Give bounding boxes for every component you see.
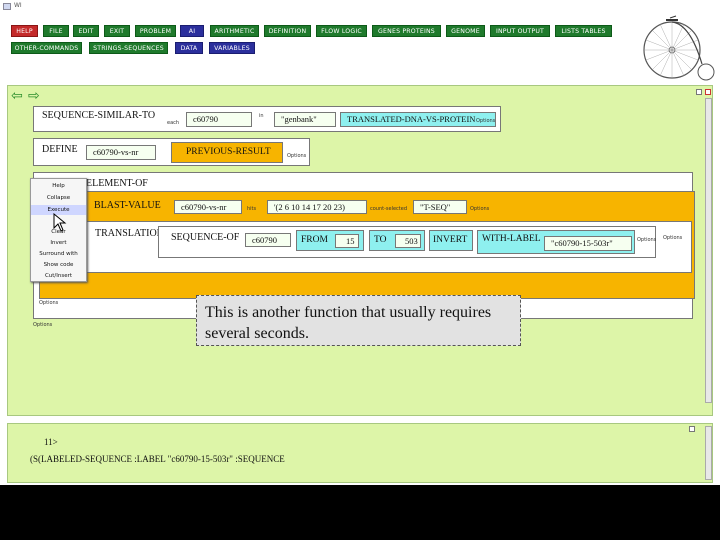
context-menu: Help Collapse Execute Clear Invert Surro… bbox=[30, 178, 87, 282]
in-label: in bbox=[259, 113, 264, 119]
menu-exit-button[interactable]: EXIT bbox=[104, 25, 130, 37]
tooltip-text: This is another function that usually re… bbox=[205, 304, 492, 342]
editor-canvas[interactable]: ⇦ ⇨ SEQUENCE-SIMILAR-TO each c60790 in "… bbox=[7, 85, 713, 416]
with-label-keyword: WITH-LABEL bbox=[482, 234, 541, 244]
menu-help-button[interactable]: HELP bbox=[11, 25, 38, 37]
tooltip: This is another function that usually re… bbox=[196, 295, 521, 346]
seq-similar-arg1-field[interactable]: c60790 bbox=[186, 112, 252, 127]
define-name-field[interactable]: c60790-vs-nr bbox=[86, 145, 156, 160]
menu-strings-sequences-button[interactable]: STRINGS-SEQUENCES bbox=[89, 42, 168, 54]
title-bar: WI bbox=[0, 0, 720, 14]
to-value-field[interactable]: 503 bbox=[395, 234, 421, 248]
screen: WI HELP FILE EDIT EXIT PROBLEM AI ARITHM… bbox=[0, 0, 720, 540]
to-keyword: TO bbox=[374, 235, 387, 245]
black-bottom-area bbox=[0, 485, 720, 540]
app-icon bbox=[3, 3, 11, 10]
menu-ai-button[interactable]: AI bbox=[180, 25, 204, 37]
mouse-cursor-icon bbox=[53, 213, 67, 232]
output-prompt: 11> bbox=[44, 437, 58, 447]
editor-scrollbar[interactable] bbox=[705, 98, 712, 403]
sequence-of-keyword: SEQUENCE-OF bbox=[171, 232, 240, 243]
from-block[interactable]: FROM 15 bbox=[296, 230, 364, 251]
close-icon[interactable] bbox=[705, 89, 711, 95]
element-of-options-label[interactable]: Options bbox=[39, 300, 58, 306]
sequence-similar-to-block[interactable]: SEQUENCE-SIMILAR-TO each c60790 in "genb… bbox=[33, 106, 501, 132]
hits-label: hits bbox=[247, 206, 257, 212]
menu-problem-button[interactable]: PROBLEM bbox=[135, 25, 176, 37]
to-block[interactable]: TO 503 bbox=[369, 230, 425, 251]
minimize-icon[interactable] bbox=[696, 89, 702, 95]
with-label-block[interactable]: WITH-LABEL "c60790-15-503r" bbox=[477, 230, 635, 254]
sequence-of-arg-field[interactable]: c60790 bbox=[245, 233, 291, 247]
outer-options-label[interactable]: Options bbox=[33, 322, 52, 328]
context-menu-help[interactable]: Help bbox=[31, 181, 86, 191]
application-window: WI HELP FILE EDIT EXIT PROBLEM AI ARITHM… bbox=[0, 0, 720, 485]
from-value-field[interactable]: 15 bbox=[335, 234, 359, 248]
output-scrollbar[interactable] bbox=[705, 426, 712, 480]
menu-variables-button[interactable]: VARIABLES bbox=[209, 42, 255, 54]
back-arrow-icon[interactable]: ⇦ bbox=[11, 89, 23, 103]
invert-keyword: INVERT bbox=[433, 235, 468, 245]
previous-result-block[interactable]: PREVIOUS-RESULT bbox=[171, 142, 283, 163]
define-keyword: DEFINE bbox=[42, 144, 78, 155]
sequence-similar-to-keyword: SEQUENCE-SIMILAR-TO bbox=[42, 110, 156, 121]
forward-arrow-icon[interactable]: ⇨ bbox=[28, 89, 40, 103]
translation-of-block[interactable]: TRANSLATION-OF SEQUENCE-OF c60790 FROM 1… bbox=[44, 221, 692, 273]
context-menu-invert[interactable]: Invert bbox=[31, 238, 86, 248]
options-label[interactable]: Options bbox=[476, 118, 495, 124]
context-menu-cut-insert[interactable]: Cut/Insert bbox=[31, 271, 86, 281]
t-seq-field[interactable]: "T-SEQ" bbox=[413, 200, 467, 214]
output-result-line: (S(LABELED-SEQUENCE :LABEL "c60790-15-50… bbox=[30, 454, 285, 464]
menu-arithmetic-button[interactable]: ARITHMETIC bbox=[210, 25, 259, 37]
menu-other-commands-button[interactable]: OTHER-COMMANDS bbox=[11, 42, 82, 54]
menu-genome-button[interactable]: GENOME bbox=[446, 25, 485, 37]
seq-similar-database-field[interactable]: "genbank" bbox=[274, 112, 336, 127]
each-label: each bbox=[167, 120, 180, 126]
label-value-field[interactable]: "c60790-15-503r" bbox=[544, 236, 632, 251]
context-menu-show-code[interactable]: Show code bbox=[31, 260, 86, 270]
menu-input-output-button[interactable]: INPUT OUTPUT bbox=[490, 25, 550, 37]
sequence-of-options-label[interactable]: Options bbox=[637, 237, 656, 243]
blast-options-label[interactable]: Options bbox=[470, 206, 489, 212]
seq-similar-method-field[interactable]: TRANSLATED-DNA-VS-PROTEIN bbox=[340, 112, 496, 127]
blast-list-field[interactable]: '(2 6 10 14 17 20 23) bbox=[267, 200, 367, 214]
menu-edit-button[interactable]: EDIT bbox=[73, 25, 99, 37]
define-options-label[interactable]: Options bbox=[287, 153, 306, 159]
output-minimize-icon[interactable] bbox=[689, 426, 695, 432]
translation-options-label[interactable]: Options bbox=[663, 235, 682, 241]
blast-value-keyword: BLAST-VALUE bbox=[94, 200, 161, 211]
menu-data-button[interactable]: DATA bbox=[175, 42, 203, 54]
window-title: WI bbox=[14, 2, 22, 9]
blast-arg1-field[interactable]: c60790-vs-nr bbox=[174, 200, 242, 214]
sequence-of-block[interactable]: SEQUENCE-OF c60790 FROM 15 TO 503 INVERT… bbox=[158, 226, 656, 258]
menu-genes-proteins-button[interactable]: GENES PROTEINS bbox=[372, 25, 441, 37]
define-block[interactable]: DEFINE c60790-vs-nr PREVIOUS-RESULT Opti… bbox=[33, 138, 310, 166]
menu-flow-logic-button[interactable]: FLOW LOGIC bbox=[316, 25, 367, 37]
previous-result-keyword: PREVIOUS-RESULT bbox=[186, 147, 271, 157]
invert-block[interactable]: INVERT bbox=[429, 230, 473, 251]
menu-lists-tables-button[interactable]: LISTS TABLES bbox=[555, 25, 612, 37]
menu-file-button[interactable]: FILE bbox=[43, 25, 69, 37]
output-pane[interactable]: 11> (S(LABELED-SEQUENCE :LABEL "c60790-1… bbox=[7, 423, 713, 483]
element-of-keyword: ELEMENT-OF bbox=[86, 178, 148, 189]
count-selected-label: count-selected bbox=[370, 206, 408, 212]
bicycle-logo bbox=[643, 15, 715, 81]
from-keyword: FROM bbox=[301, 235, 328, 245]
blast-container[interactable]: BLAST-VALUE c60790-vs-nr hits '(2 6 10 1… bbox=[39, 191, 695, 299]
context-menu-collapse[interactable]: Collapse bbox=[31, 193, 86, 203]
menu-definition-button[interactable]: DEFINITION bbox=[264, 25, 311, 37]
context-menu-surround-with[interactable]: Surround with bbox=[31, 249, 86, 259]
